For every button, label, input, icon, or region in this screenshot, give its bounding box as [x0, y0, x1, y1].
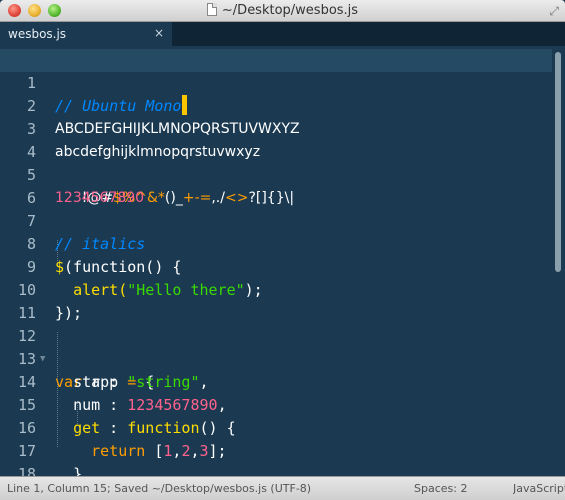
- code-line-19[interactable]: 19: [0, 463, 552, 476]
- code-line-3[interactable]: 3 abcdefghijklmnopqrstuvwxyz: [0, 95, 552, 160]
- syntax-selector[interactable]: JavaScript: [513, 477, 565, 500]
- vertical-scrollbar[interactable]: [552, 46, 565, 476]
- code-line-14[interactable]: 14 num : 1234567890,: [0, 348, 552, 414]
- code-line-17[interactable]: 17 }: [0, 417, 552, 476]
- tab-label: wesbos.js: [8, 27, 67, 41]
- tab-close-icon[interactable]: ×: [154, 26, 164, 40]
- window-title-wrap: ~/Desktop/wesbos.js: [0, 3, 565, 18]
- code-editor[interactable]: 1 // Ubuntu Mono 2 ABCDEFGHIJKLMNOPQRSTU…: [0, 46, 552, 476]
- code-line-8[interactable]: 8 $(function() {: [0, 210, 552, 276]
- code-line-15[interactable]: 15 get : function() {: [0, 371, 552, 437]
- code-line-2[interactable]: 2 ABCDEFGHIJKLMNOPQRSTUVWXYZ: [0, 72, 552, 137]
- code-line-9[interactable]: 9 alert("Hello there");: [0, 233, 552, 299]
- indentation-setting[interactable]: Spaces: 2: [414, 477, 467, 500]
- tab-bar: wesbos.js ×: [0, 22, 565, 46]
- code-line-4[interactable]: 4 !@#$%^&*()_+-=,./<>?[]{}\|: [0, 118, 552, 206]
- code-line-10[interactable]: 10 });: [0, 256, 552, 322]
- code-line-16[interactable]: 16 return [1,2,3];: [0, 394, 552, 460]
- scrollbar-thumb[interactable]: [555, 52, 561, 272]
- tab-wesbos-js[interactable]: wesbos.js ×: [0, 22, 172, 46]
- status-bar: Line 1, Column 15; Saved ~/Desktop/wesbo…: [0, 476, 565, 500]
- document-icon: [206, 3, 217, 16]
- code-line-7[interactable]: 7 // italics: [0, 187, 552, 253]
- code-line-6[interactable]: 6: [0, 164, 552, 207]
- code-line-13[interactable]: 13 str : "string",: [0, 325, 552, 391]
- title-bar: ~/Desktop/wesbos.js ⤢: [0, 0, 565, 22]
- window-title: ~/Desktop/wesbos.js: [221, 3, 359, 18]
- fullscreen-icon[interactable]: ⤢: [549, 4, 559, 19]
- code-line-5[interactable]: 5 1234567890: [0, 141, 552, 206]
- code-line-12[interactable]: 12 ▼ var app = {: [0, 302, 552, 391]
- code-line-18[interactable]: 18 }: [0, 440, 552, 476]
- code-line-1[interactable]: 1 // Ubuntu Mono: [0, 49, 552, 115]
- status-position: Line 1, Column 15; Saved ~/Desktop/wesbo…: [7, 482, 312, 495]
- code-line-11[interactable]: 11: [0, 279, 552, 322]
